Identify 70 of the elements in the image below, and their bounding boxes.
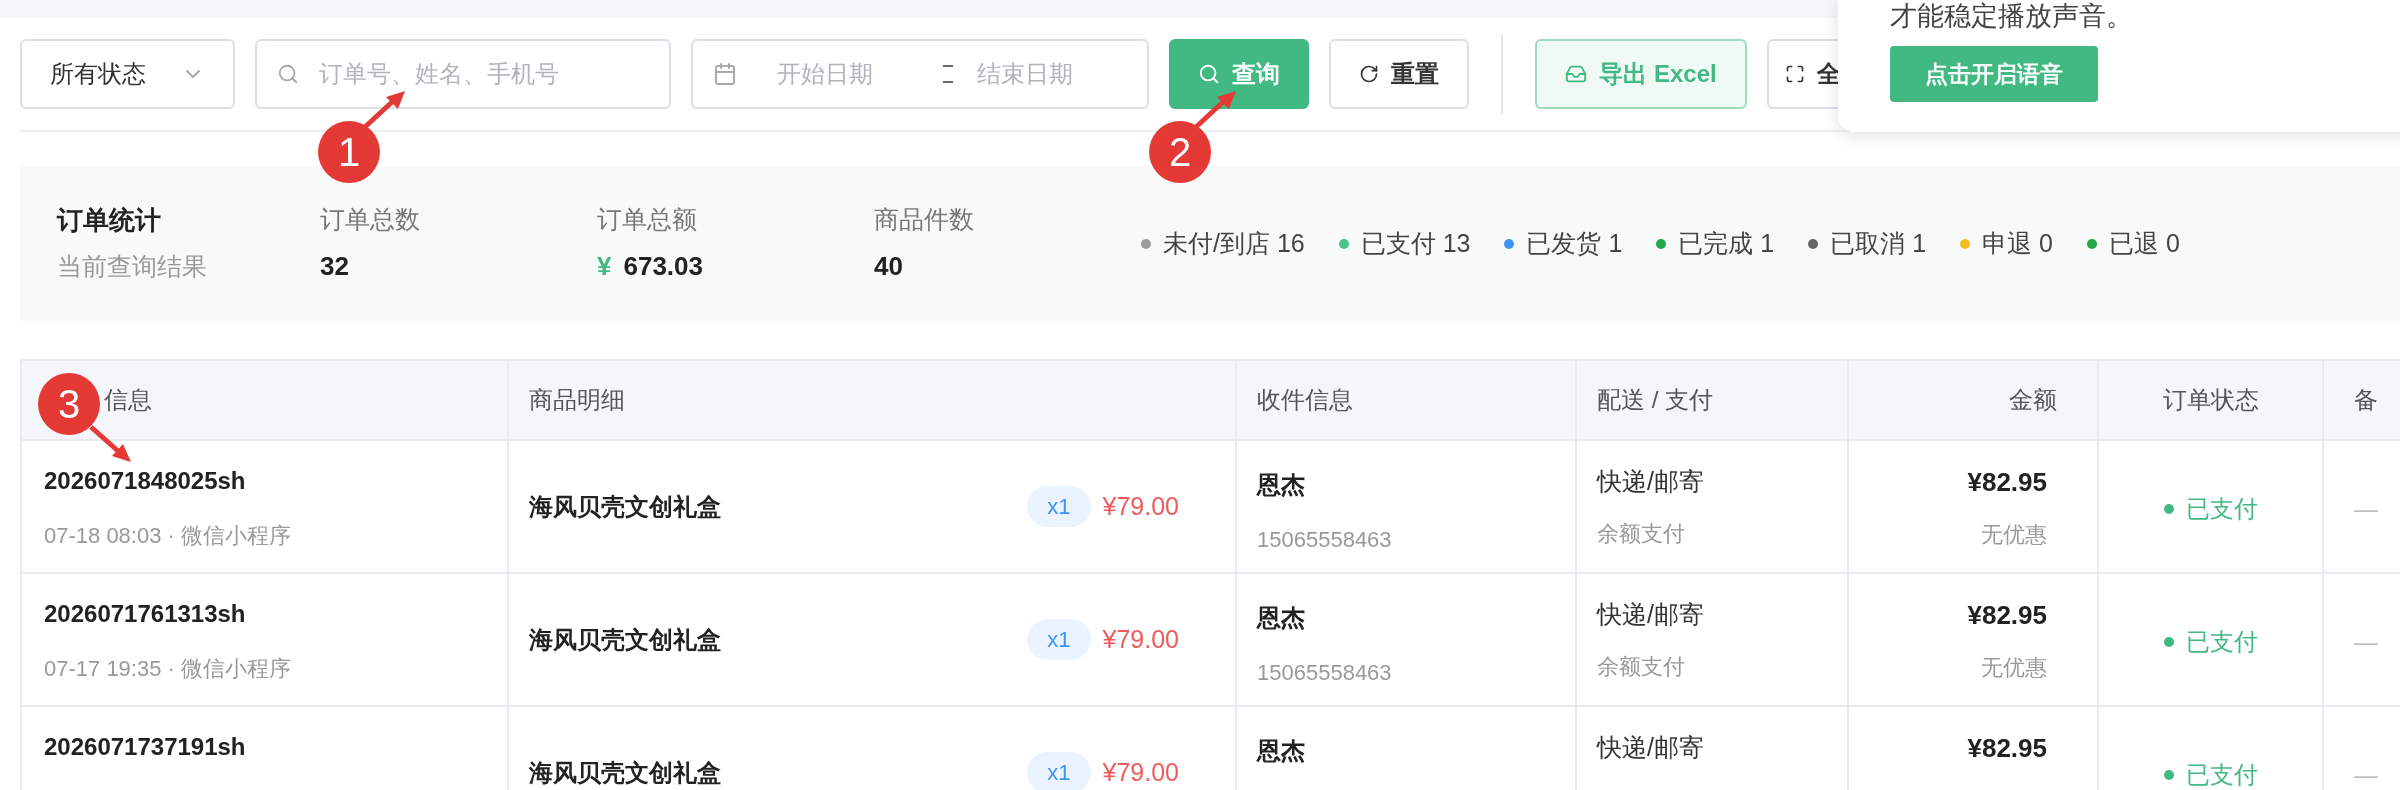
table-cell: ¥82.95 无优惠 [1849,574,2099,707]
quantity-badge: x1 [1027,619,1091,660]
end-date-field[interactable]: 结束日期 [977,56,1127,92]
table-cell: ¥82.95 无优惠 [1849,441,2099,574]
metric-value: 32 [320,249,349,283]
refresh-icon [1359,64,1379,84]
stats-title: 订单统计 [57,204,162,238]
status-count: 已取消 1 [1830,227,1927,259]
arrow-icon [1193,90,1237,130]
callout-marker: 1 [318,121,380,183]
table-cell: 恩杰 15065558463 [1237,441,1577,574]
currency-symbol: ¥ [597,249,612,283]
fullscreen-icon [1785,64,1805,84]
popup-text: 才能稳定播放声音。 [1890,0,2134,33]
remark-text: — [2354,493,2378,524]
calendar-icon [713,62,737,86]
callout-marker: 2 [1149,121,1211,183]
column-header: 配送 / 支付 [1577,361,1849,441]
status-count: 已发货 1 [1526,227,1623,259]
query-button[interactable]: 查询 [1169,39,1309,109]
table-cell: 快递/邮寄 余额支付 [1577,441,1849,574]
metric-value: 40 [874,249,903,283]
export-button[interactable]: 导出 Excel [1535,39,1747,109]
status-select[interactable]: 所有状态 [20,39,235,109]
remark-text: — [2354,626,2378,657]
arrow-icon [362,90,406,130]
table-cell: 2026071761313sh 07-17 19:35 · 微信小程序 [22,574,509,707]
enable-voice-button[interactable]: 点击开启语音 [1890,46,2098,102]
table-cell: 快递/邮寄 余额支付 [1577,574,1849,707]
status-count: 申退 0 [1982,227,2053,259]
metric-label: 订单总数 [320,204,421,236]
status-count: 已支付 13 [1360,227,1471,259]
item-price: ¥79.00 [1102,490,1179,522]
quantity-badge: x1 [1027,486,1091,527]
order-status: 已支付 [2185,762,2258,787]
metric-label: 订单总额 [597,204,698,236]
search-icon [1198,63,1220,85]
table-cell: 海风贝壳文创礼盒 x1 ¥79.00 [509,707,1237,790]
table-cell: 海风贝壳文创礼盒 x1 ¥79.00 [509,574,1237,707]
column-header: 收件信息 [1237,361,1577,441]
status-count: 已退 0 [2108,227,2180,259]
start-date-field[interactable]: 开始日期 [777,56,927,92]
stats-subtitle: 当前查询结果 [57,251,208,283]
date-range-picker[interactable]: 开始日期 结束日期 [691,39,1149,109]
item-price: ¥79.00 [1102,756,1179,788]
table-cell: 快递/邮寄 [1577,707,1849,790]
metric-label: 商品件数 [874,204,975,236]
table-cell: 恩杰 [1237,707,1577,790]
column-header: 商品明细 [509,361,1237,441]
item-price: ¥79.00 [1102,623,1179,655]
status-count: 已完成 1 [1678,227,1775,259]
search-icon [277,63,299,85]
table-cell: 恩杰 15065558463 [1237,574,1577,707]
column-header: 备 [2324,361,2400,441]
order-status: 已支付 [2185,629,2258,654]
remark-text: — [2354,759,2378,790]
quantity-badge: x1 [1027,752,1091,790]
table-cell: ¥82.95 [1849,707,2099,790]
table-cell: 海风贝壳文创礼盒 x1 ¥79.00 [509,441,1237,574]
range-separator-icon [943,65,953,83]
status-count: 未付/到店 16 [1163,227,1305,259]
order-status: 已支付 [2185,496,2258,521]
reset-button[interactable]: 重置 [1329,39,1469,109]
search-field[interactable]: 订单号、姓名、手机号 [255,39,671,109]
inbox-icon [1565,63,1588,85]
column-header: 订单状态 [2099,361,2324,441]
metric-value: 673.03 [623,249,703,283]
arrow-icon [88,424,132,464]
table-cell: 2026071737191sh [22,707,509,790]
column-header: 金额 [1849,361,2099,441]
